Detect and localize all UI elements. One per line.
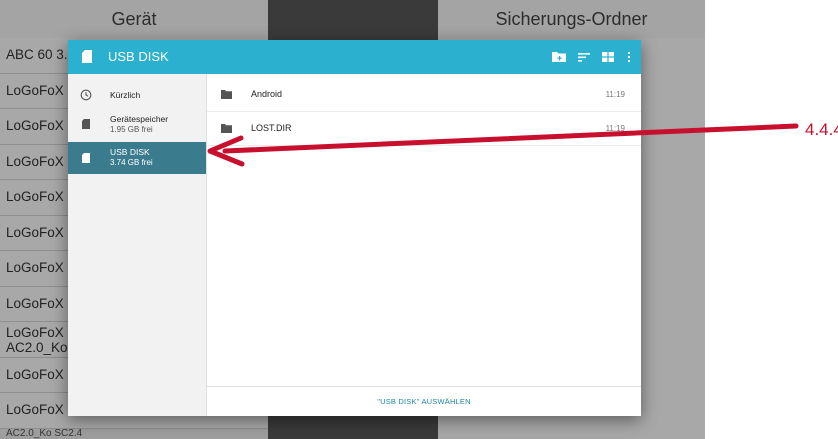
annotation-arrow <box>207 123 799 167</box>
arrow-shaft <box>222 123 799 154</box>
annotation-label: 4.4.4 <box>805 120 838 139</box>
